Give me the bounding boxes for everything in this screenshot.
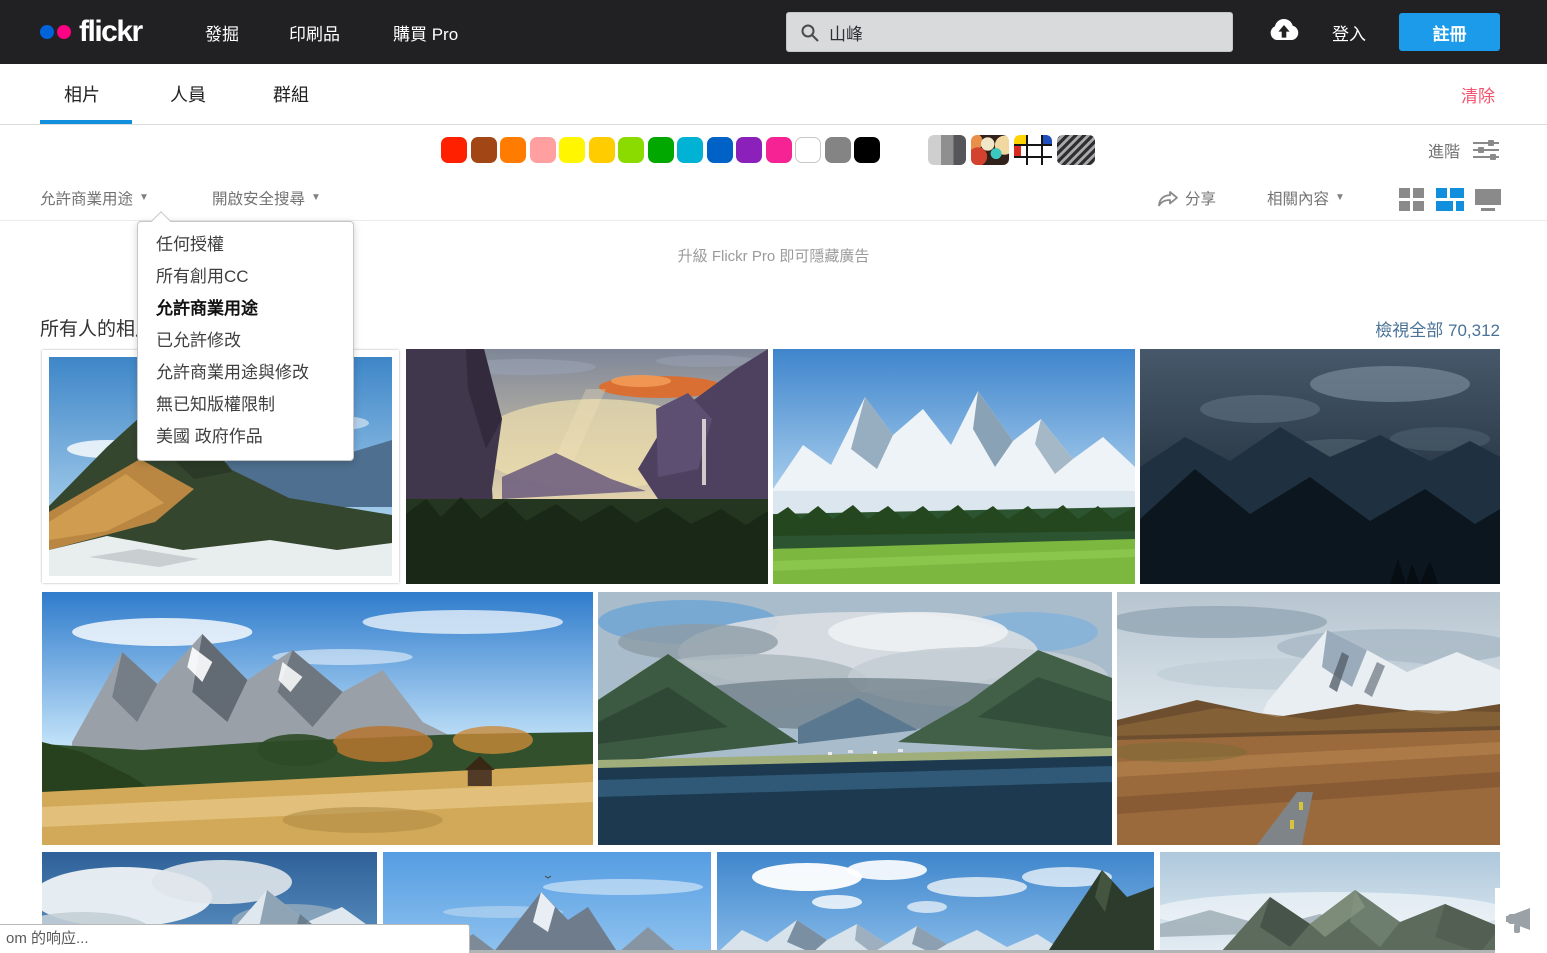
color-swatch-orange[interactable] bbox=[500, 137, 526, 163]
color-swatch-brown[interactable] bbox=[471, 137, 497, 163]
tab-people[interactable]: 人員 bbox=[170, 64, 206, 124]
tab-groups[interactable]: 群組 bbox=[273, 64, 309, 124]
photo-thumbnail[interactable] bbox=[42, 592, 593, 845]
photo-thumbnail[interactable] bbox=[1140, 349, 1500, 584]
style-filter-minimal[interactable] bbox=[1014, 135, 1052, 165]
share-arrow-icon bbox=[1157, 189, 1179, 207]
view-all-link[interactable]: 檢視全部 70,312 bbox=[1375, 316, 1500, 341]
color-swatch-purple[interactable] bbox=[736, 137, 762, 163]
menu-item-any-license[interactable]: 任何授權 bbox=[138, 229, 353, 261]
license-dropdown-label: 允許商業用途 bbox=[40, 187, 133, 209]
results-toolbar: 允許商業用途 ▼ 開啟安全搜尋 ▼ 分享 相關內容 ▼ bbox=[0, 175, 1547, 221]
justified-view-icon[interactable] bbox=[1436, 188, 1464, 212]
photo-thumbnail[interactable] bbox=[406, 349, 768, 584]
nav-prints[interactable]: 印刷品 bbox=[289, 0, 340, 64]
photo-thumbnail[interactable] bbox=[773, 349, 1135, 584]
grid-view-icon[interactable] bbox=[1399, 188, 1424, 212]
chevron-down-icon: ▼ bbox=[1335, 192, 1345, 203]
share-label: 分享 bbox=[1185, 187, 1216, 209]
color-swatch-gold[interactable] bbox=[589, 137, 615, 163]
feedback-tab[interactable] bbox=[1495, 888, 1547, 953]
style-filter-black-white[interactable] bbox=[928, 135, 966, 165]
search-input[interactable] bbox=[787, 13, 1232, 51]
logo-dot-pink-icon bbox=[57, 25, 71, 39]
clear-filters-button[interactable]: 清除 bbox=[1461, 64, 1495, 124]
color-filter-row: 進階 bbox=[0, 125, 1547, 175]
menu-item-commercial-and-mods[interactable]: 允許商業用途與修改 bbox=[138, 357, 353, 389]
photo-thumbnail[interactable] bbox=[1160, 852, 1500, 953]
share-button[interactable]: 分享 bbox=[1157, 175, 1216, 220]
nav-explore[interactable]: 發掘 bbox=[205, 0, 239, 64]
chevron-down-icon: ▼ bbox=[139, 192, 149, 203]
flickr-logo[interactable]: flickr bbox=[40, 0, 142, 64]
photo-thumbnail[interactable] bbox=[1117, 592, 1500, 845]
style-filter-pattern[interactable] bbox=[1057, 135, 1095, 165]
menu-item-us-government-works[interactable]: 美國 政府作品 bbox=[138, 421, 353, 453]
color-swatch-yellow[interactable] bbox=[559, 137, 585, 163]
color-swatch-blue[interactable] bbox=[707, 137, 733, 163]
color-swatch-gray[interactable] bbox=[825, 137, 851, 163]
safe-search-label: 開啟安全搜尋 bbox=[212, 187, 305, 209]
color-swatch-cyan[interactable] bbox=[677, 137, 703, 163]
nav-get-pro[interactable]: 購買 Pro bbox=[393, 0, 458, 64]
safe-search-dropdown[interactable]: 開啟安全搜尋 ▼ bbox=[212, 175, 321, 220]
color-swatch-magenta[interactable] bbox=[766, 137, 792, 163]
search-tabs-bar: 相片 人員 群組 清除 bbox=[0, 64, 1547, 125]
license-dropdown-menu: 任何授權 所有創用CC 允許商業用途 已允許修改 允許商業用途與修改 無已知版權… bbox=[137, 221, 354, 461]
color-swatches bbox=[441, 137, 880, 163]
browser-status-bar: om 的响应... bbox=[0, 924, 470, 953]
color-swatch-black[interactable] bbox=[854, 137, 880, 163]
megaphone-icon bbox=[1504, 905, 1538, 937]
style-swatches bbox=[928, 135, 1095, 165]
sliders-icon[interactable] bbox=[1472, 139, 1500, 161]
top-header-bar: flickr 發掘 印刷品 購買 Pro 登入 註冊 bbox=[0, 0, 1547, 64]
photo-thumbnail[interactable] bbox=[717, 852, 1154, 953]
menu-item-all-creative-commons[interactable]: 所有創用CC bbox=[138, 261, 353, 293]
color-swatch-green[interactable] bbox=[648, 137, 674, 163]
related-content-dropdown[interactable]: 相關內容 ▼ bbox=[1267, 175, 1345, 220]
color-swatch-red[interactable] bbox=[441, 137, 467, 163]
menu-item-modifications-allowed[interactable]: 已允許修改 bbox=[138, 325, 353, 357]
logo-dot-blue-icon bbox=[40, 25, 54, 39]
signup-button[interactable]: 註冊 bbox=[1399, 13, 1500, 51]
menu-item-commercial-use[interactable]: 允許商業用途 bbox=[138, 293, 353, 325]
login-button[interactable]: 登入 bbox=[1332, 0, 1366, 64]
logo-text: flickr bbox=[79, 15, 142, 49]
photo-thumbnail[interactable] bbox=[598, 592, 1112, 845]
active-tab-underline bbox=[40, 120, 132, 124]
single-photo-view-icon[interactable] bbox=[1475, 188, 1501, 212]
chevron-down-icon: ▼ bbox=[311, 192, 321, 203]
search-box bbox=[786, 12, 1233, 52]
advanced-link[interactable]: 進階 bbox=[1428, 125, 1460, 175]
license-dropdown[interactable]: 允許商業用途 ▼ bbox=[40, 175, 149, 220]
related-content-label: 相關內容 bbox=[1267, 187, 1329, 209]
tab-photos[interactable]: 相片 bbox=[64, 64, 100, 124]
menu-item-no-known-copyright[interactable]: 無已知版權限制 bbox=[138, 389, 353, 421]
color-swatch-salmon[interactable] bbox=[530, 137, 556, 163]
color-swatch-lime[interactable] bbox=[618, 137, 644, 163]
upload-cloud-icon[interactable] bbox=[1262, 17, 1306, 47]
style-filter-shallow-depth[interactable] bbox=[971, 135, 1009, 165]
color-swatch-white[interactable] bbox=[795, 137, 821, 163]
